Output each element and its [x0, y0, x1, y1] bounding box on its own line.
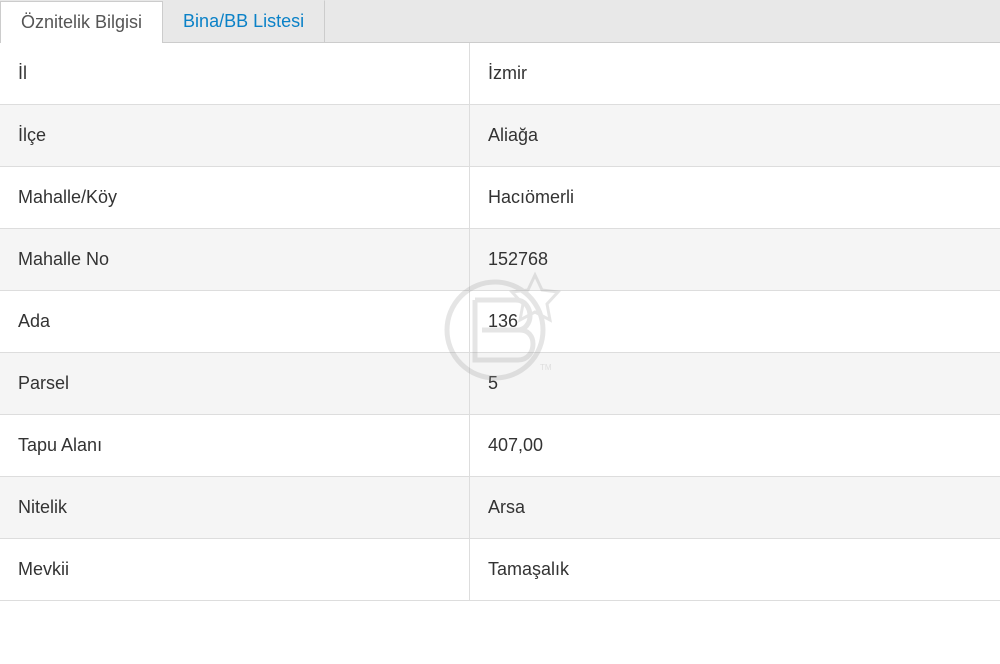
tab-oznitelik-bilgisi[interactable]: Öznitelik Bilgisi — [0, 1, 163, 43]
value-il: İzmir — [470, 43, 1000, 104]
table-row: Nitelik Arsa — [0, 477, 1000, 539]
label-il: İl — [0, 43, 470, 104]
label-mevkii: Mevkii — [0, 539, 470, 600]
value-ada: 136 — [470, 291, 1000, 352]
value-mevkii: Tamaşalık — [470, 539, 1000, 600]
table-row: Tapu Alanı 407,00 — [0, 415, 1000, 477]
value-ilce: Aliağa — [470, 105, 1000, 166]
value-mahalle-no: 152768 — [470, 229, 1000, 290]
label-ada: Ada — [0, 291, 470, 352]
label-nitelik: Nitelik — [0, 477, 470, 538]
table-row: Mahalle No 152768 — [0, 229, 1000, 291]
table-row: Mevkii Tamaşalık — [0, 539, 1000, 601]
attribute-table: İl İzmir İlçe Aliağa Mahalle/Köy Hacıöme… — [0, 43, 1000, 601]
value-tapu-alani: 407,00 — [470, 415, 1000, 476]
tab-bina-bb-listesi[interactable]: Bina/BB Listesi — [163, 0, 325, 42]
label-parsel: Parsel — [0, 353, 470, 414]
value-nitelik: Arsa — [470, 477, 1000, 538]
table-row: Mahalle/Köy Hacıömerli — [0, 167, 1000, 229]
label-ilce: İlçe — [0, 105, 470, 166]
table-row: İl İzmir — [0, 43, 1000, 105]
label-mahalle-no: Mahalle No — [0, 229, 470, 290]
tabs-bar: Öznitelik Bilgisi Bina/BB Listesi — [0, 0, 1000, 43]
value-mahalle-koy: Hacıömerli — [470, 167, 1000, 228]
label-tapu-alani: Tapu Alanı — [0, 415, 470, 476]
table-row: Parsel 5 — [0, 353, 1000, 415]
value-parsel: 5 — [470, 353, 1000, 414]
table-row: İlçe Aliağa — [0, 105, 1000, 167]
table-row: Ada 136 — [0, 291, 1000, 353]
label-mahalle-koy: Mahalle/Köy — [0, 167, 470, 228]
